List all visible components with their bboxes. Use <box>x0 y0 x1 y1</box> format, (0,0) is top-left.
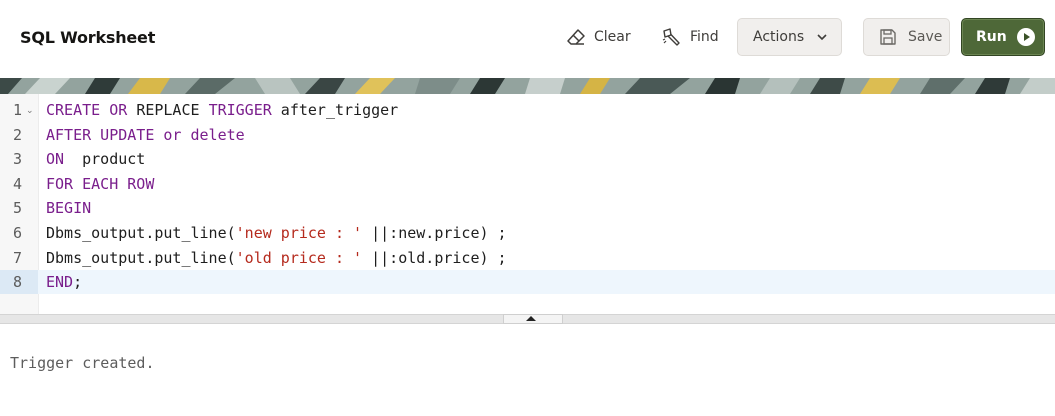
code-token: ||:old.price) ; <box>362 249 507 267</box>
chevron-down-icon <box>804 32 828 42</box>
code-line[interactable]: BEGIN <box>46 196 91 220</box>
code-token: REPLACE <box>136 101 209 119</box>
code-line[interactable]: AFTER UPDATE or delete <box>46 123 245 147</box>
play-circle-icon <box>1007 27 1036 47</box>
save-button[interactable]: Save <box>863 18 950 56</box>
code-token: after_trigger <box>271 101 399 119</box>
code-token: Dbms_output.put_line( <box>46 249 236 267</box>
sql-keyword: FOR EACH ROW <box>46 175 155 193</box>
code-editor[interactable]: ⌄ 1 CREATE OR REPLACE TRIGGER after_trigg… <box>0 94 1055 314</box>
code-line[interactable]: Dbms_output.put_line('old price : ' ||:o… <box>46 246 507 270</box>
decorative-banner <box>0 78 1055 94</box>
clear-button-label: Clear <box>594 29 631 45</box>
code-line[interactable]: ON product <box>46 147 145 171</box>
code-line[interactable]: END; <box>46 270 82 294</box>
eraser-icon <box>566 28 594 46</box>
code-line[interactable]: CREATE OR REPLACE TRIGGER after_trigger <box>46 98 398 122</box>
run-button-label: Run <box>976 29 1007 45</box>
sql-keyword: AFTER UPDATE or delete <box>46 126 245 144</box>
sql-keyword: TRIGGER <box>208 101 272 119</box>
find-button[interactable]: Find <box>662 18 719 56</box>
line-number: 7 <box>12 249 22 267</box>
fold-chevron-icon[interactable]: ⌄ <box>26 106 34 116</box>
string-literal: 'old price : ' <box>235 249 363 267</box>
active-line-highlight <box>38 270 1055 294</box>
line-number: 8 <box>12 273 22 291</box>
output-message: Trigger created. <box>10 354 155 372</box>
actions-button-label: Actions <box>753 29 805 45</box>
code-line[interactable]: Dbms_output.put_line('new price : ' ||:n… <box>46 221 507 245</box>
page-title: SQL Worksheet <box>20 28 156 47</box>
actions-menu-button[interactable]: Actions <box>737 18 842 56</box>
line-number: 3 <box>12 150 22 168</box>
script-output-pane: Trigger created. <box>0 324 1055 416</box>
line-number: 4 <box>12 175 22 193</box>
sql-keyword: END <box>46 273 74 291</box>
code-token: ; <box>73 273 83 291</box>
collapse-up-icon[interactable] <box>526 316 536 321</box>
code-line[interactable]: FOR EACH ROW <box>46 172 154 196</box>
find-button-label: Find <box>690 29 719 45</box>
sql-keyword: BEGIN <box>46 199 92 217</box>
string-literal: 'new price : ' <box>235 224 363 242</box>
floppy-disk-icon <box>879 28 908 46</box>
flashlight-icon <box>662 28 690 46</box>
line-number: 1 <box>12 101 22 119</box>
sql-keyword: CREATE OR <box>46 101 137 119</box>
line-number: 2 <box>12 126 22 144</box>
code-token: product <box>64 150 146 168</box>
save-button-label: Save <box>908 29 943 45</box>
clear-button[interactable]: Clear <box>566 18 631 56</box>
code-token: Dbms_output.put_line( <box>46 224 236 242</box>
line-number: 5 <box>12 199 22 217</box>
code-token: ||:new.price) ; <box>362 224 507 242</box>
line-number: 6 <box>12 224 22 242</box>
sql-keyword: ON <box>46 150 65 168</box>
worksheet-header: SQL Worksheet Clear Find Actions Save Ru… <box>0 0 1055 78</box>
run-button[interactable]: Run <box>961 18 1045 56</box>
